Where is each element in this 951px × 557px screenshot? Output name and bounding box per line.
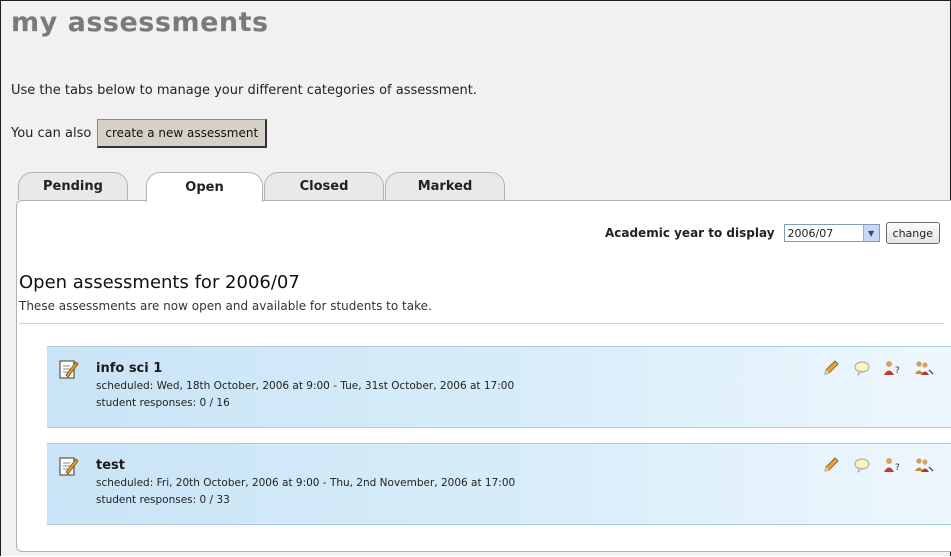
svg-text:?: ?: [895, 366, 900, 376]
assessment-actions: ?: [820, 455, 935, 475]
users-marking-icon[interactable]: [913, 358, 935, 378]
assessment-actions: ?: [820, 358, 935, 378]
pencil-edit-icon[interactable]: [820, 455, 842, 475]
document-edit-icon: [57, 455, 79, 481]
pencil-edit-icon[interactable]: [820, 358, 842, 378]
assessment-name[interactable]: info sci 1: [96, 361, 162, 376]
tab-closed[interactable]: Closed: [264, 172, 384, 200]
divider: [19, 323, 944, 324]
year-select-value: 2006/07: [787, 226, 834, 240]
page-title: my assessments: [11, 7, 269, 38]
speech-bubble-icon[interactable]: [851, 455, 873, 475]
section-subheading: These assessments are now open and avail…: [19, 299, 432, 313]
tab-pending[interactable]: Pending: [18, 172, 128, 200]
assessment-responses: student responses: 0 / 16: [96, 397, 230, 409]
document-edit-icon: [57, 358, 79, 384]
also-label: You can also: [11, 126, 92, 141]
chevron-down-icon: ▼: [862, 225, 879, 241]
intro-text: Use the tabs below to manage your differ…: [11, 83, 477, 98]
assessment-card: info sci 1 scheduled: Wed, 18th October,…: [47, 346, 951, 428]
tab-panel: Academic year to display 2006/07 ▼ chang…: [16, 200, 951, 552]
year-select[interactable]: 2006/07 ▼: [783, 224, 880, 242]
year-filter: Academic year to display 2006/07 ▼ chang…: [605, 222, 940, 244]
tab-open[interactable]: Open: [146, 172, 263, 202]
tab-marked[interactable]: Marked: [385, 172, 505, 200]
assessment-card: test scheduled: Fri, 20th October, 2006 …: [47, 443, 951, 525]
year-filter-label: Academic year to display: [604, 226, 775, 240]
create-row: You can also create a new assessment: [11, 119, 268, 148]
section-heading: Open assessments for 2006/07: [19, 272, 300, 293]
user-question-icon[interactable]: ?: [882, 358, 904, 378]
page-frame: my assessments Use the tabs below to man…: [0, 0, 951, 556]
svg-text:?: ?: [895, 463, 900, 473]
speech-bubble-icon[interactable]: [851, 358, 873, 378]
assessment-name[interactable]: test: [96, 458, 125, 473]
change-button[interactable]: change: [885, 222, 940, 244]
assessment-schedule: scheduled: Fri, 20th October, 2006 at 9:…: [96, 477, 516, 489]
tab-bar: Pending Open Closed Marked: [18, 172, 518, 202]
assessment-responses: student responses: 0 / 33: [96, 494, 230, 506]
user-question-icon[interactable]: ?: [882, 455, 904, 475]
assessment-schedule: scheduled: Wed, 18th October, 2006 at 9:…: [96, 380, 515, 392]
users-marking-icon[interactable]: [913, 455, 935, 475]
create-assessment-button[interactable]: create a new assessment: [97, 119, 268, 148]
